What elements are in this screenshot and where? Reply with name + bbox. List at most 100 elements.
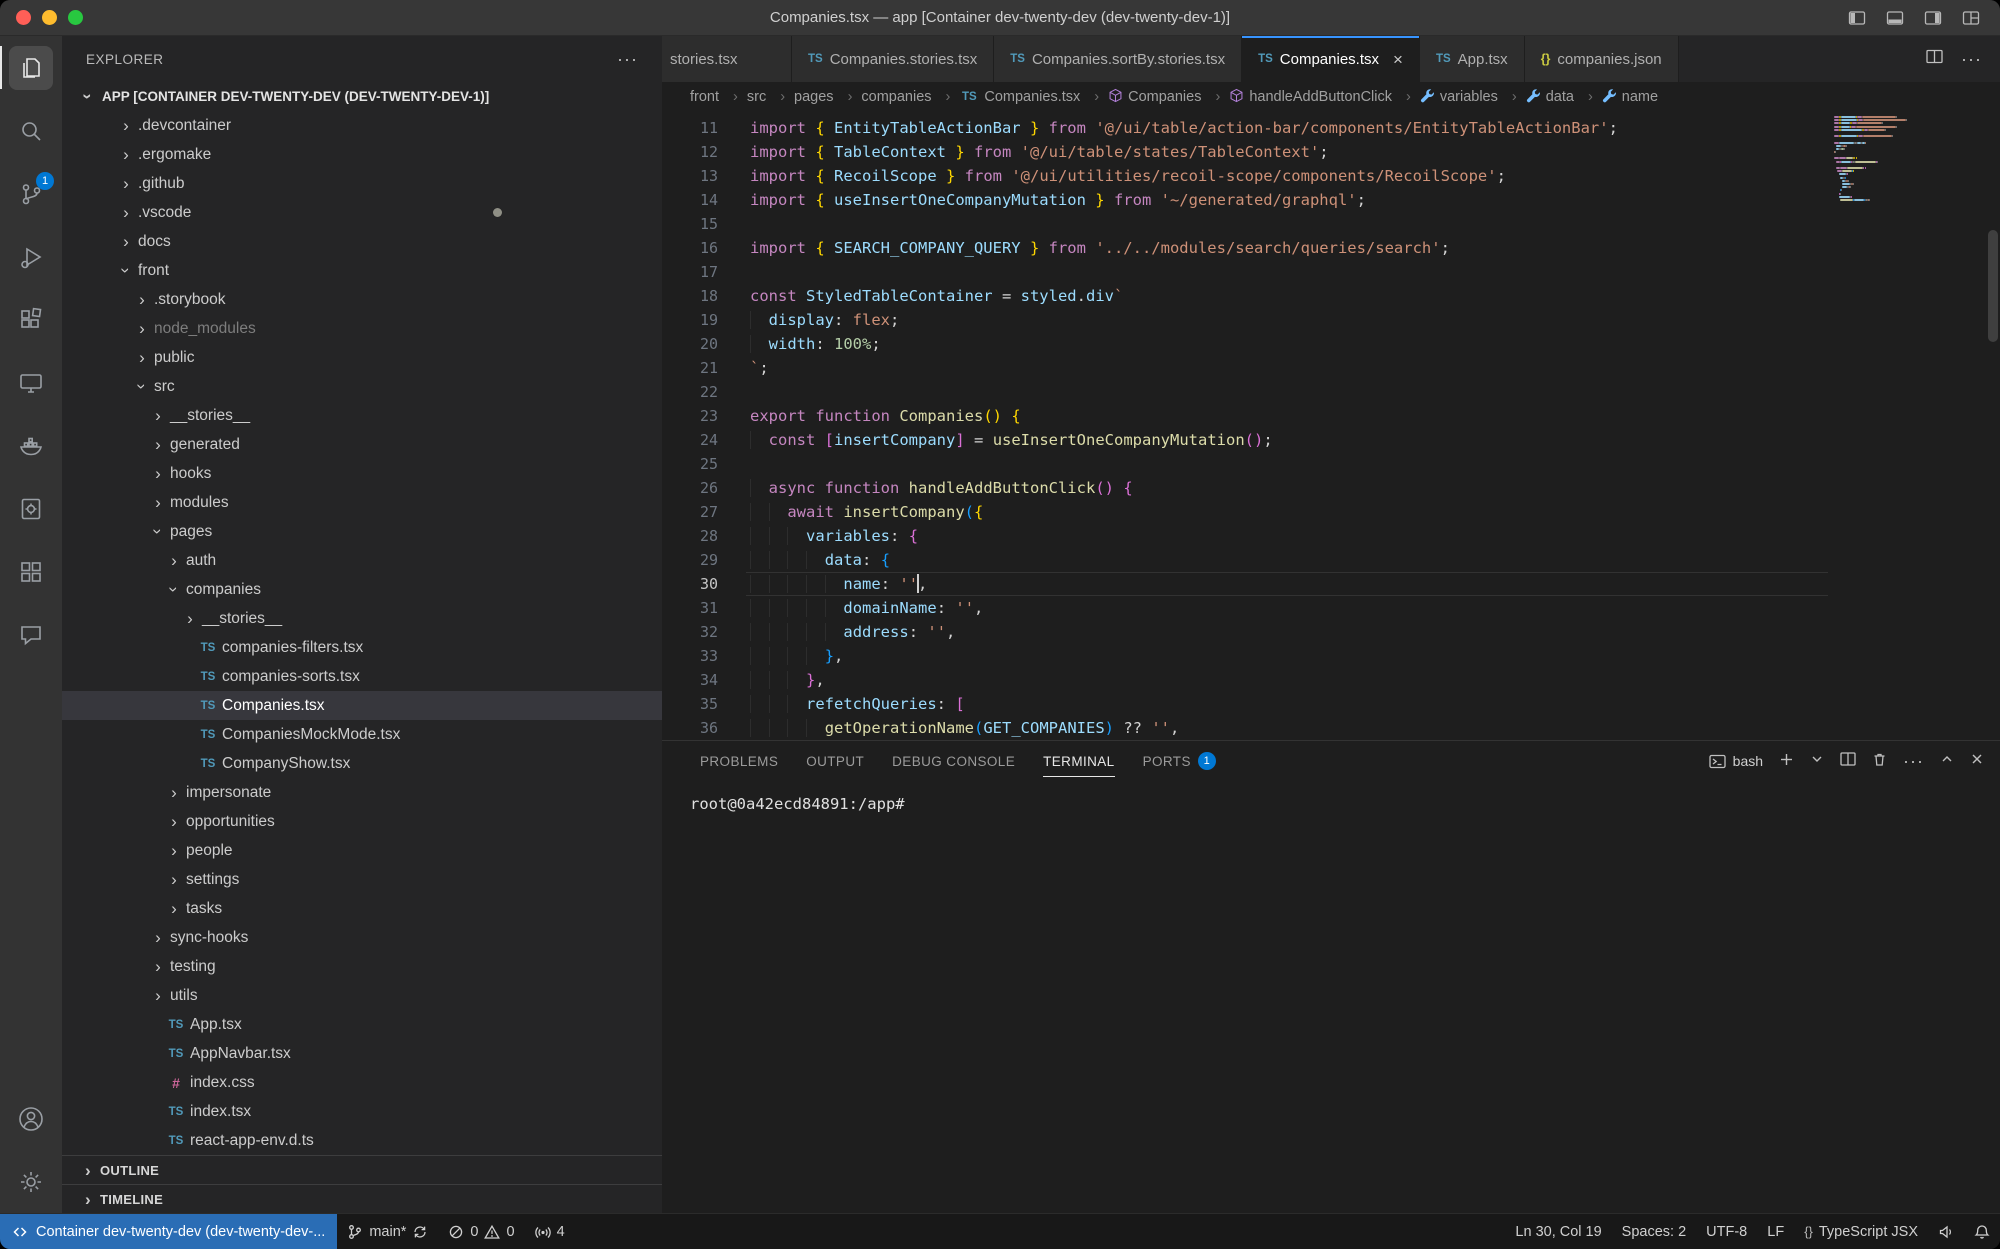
tree-folder-.devcontainer[interactable]: .devcontainer xyxy=(62,111,662,140)
tree-file-CompaniesMockMode.tsx[interactable]: TSCompaniesMockMode.tsx xyxy=(62,720,662,749)
close-tab-icon[interactable]: × xyxy=(1393,51,1403,68)
minimize-window-button[interactable] xyxy=(42,10,57,25)
workspace-section-header[interactable]: APP [CONTAINER DEV-TWENTY-DEV (DEV-TWENT… xyxy=(62,82,662,111)
code-line-13[interactable]: 13import { RecoilScope } from '@/ui/util… xyxy=(662,164,2000,188)
code-line-22[interactable]: 22 xyxy=(662,380,2000,404)
activity-docker[interactable] xyxy=(0,414,62,477)
code-line-23[interactable]: 23export function Companies() { xyxy=(662,404,2000,428)
tree-folder-__stories__[interactable]: __stories__ xyxy=(62,604,662,633)
code-editor-viewport[interactable]: 10import { WithTopBarContainer } from '@… xyxy=(662,112,2000,740)
code-line-25[interactable]: 25 xyxy=(662,452,2000,476)
tree-folder-docs[interactable]: docs xyxy=(62,227,662,256)
panel-tab-problems[interactable]: PROBLEMS xyxy=(690,741,788,781)
code-line-21[interactable]: 21`; xyxy=(662,356,2000,380)
panel-tab-terminal[interactable]: TERMINAL xyxy=(1033,741,1124,781)
editor-tab-App.tsx[interactable]: TSApp.tsx xyxy=(1420,36,1525,82)
editor-tab-Companies.tsx[interactable]: TSCompanies.tsx× xyxy=(1242,36,1420,82)
editor-tab-Companies.stories.tsx[interactable]: TSCompanies.stories.tsx xyxy=(792,36,994,82)
tree-folder-__stories__[interactable]: __stories__ xyxy=(62,401,662,430)
line-col-item[interactable]: Ln 30, Col 19 xyxy=(1505,1214,1611,1249)
breadcrumb-Companies[interactable]: Companies xyxy=(1108,88,1229,107)
code-line-16[interactable]: 16import { SEARCH_COMPANY_QUERY } from '… xyxy=(662,236,2000,260)
encoding-item[interactable]: UTF-8 xyxy=(1696,1214,1757,1249)
code-line-26[interactable]: 26 async function handleAddButtonClick()… xyxy=(662,476,2000,500)
code-line-27[interactable]: 27 await insertCompany({ xyxy=(662,500,2000,524)
panel-more-actions-icon[interactable]: ··· xyxy=(1903,752,1924,770)
panel-tab-debug-console[interactable]: DEBUG CONSOLE xyxy=(882,741,1025,781)
activity-grid[interactable] xyxy=(0,540,62,603)
tree-folder-settings[interactable]: settings xyxy=(62,865,662,894)
explorer-more-actions-icon[interactable]: ··· xyxy=(617,49,638,70)
customize-layout-icon[interactable] xyxy=(1962,10,1980,26)
tree-folder-node_modules[interactable]: node_modules xyxy=(62,314,662,343)
tree-folder-people[interactable]: people xyxy=(62,836,662,865)
tree-folder-hooks[interactable]: hooks xyxy=(62,459,662,488)
new-terminal-icon[interactable] xyxy=(1779,752,1794,771)
code-line-30[interactable]: 30 name: '', xyxy=(662,572,2000,596)
announcement-item[interactable] xyxy=(1928,1214,1964,1249)
code-line-36[interactable]: 36 getOperationName(GET_COMPANIES) ?? ''… xyxy=(662,716,2000,740)
section-header-timeline[interactable]: TIMELINE xyxy=(62,1184,662,1213)
activity-comments[interactable] xyxy=(0,603,62,666)
code-line-31[interactable]: 31 domainName: '', xyxy=(662,596,2000,620)
terminal-dropdown-icon[interactable] xyxy=(1810,752,1824,770)
tree-folder-.ergomake[interactable]: .ergomake xyxy=(62,140,662,169)
activity-remote-explorer[interactable] xyxy=(0,351,62,414)
tree-folder-testing[interactable]: testing xyxy=(62,952,662,981)
ports-item[interactable]: 4 xyxy=(525,1214,575,1249)
code-line-29[interactable]: 29 data: { xyxy=(662,548,2000,572)
tree-file-Companies.tsx[interactable]: TSCompanies.tsx xyxy=(62,691,662,720)
tree-folder-pages[interactable]: pages xyxy=(62,517,662,546)
code-line-19[interactable]: 19 display: flex; xyxy=(662,308,2000,332)
code-line-28[interactable]: 28 variables: { xyxy=(662,524,2000,548)
git-branch-item[interactable]: main* xyxy=(337,1214,438,1249)
toggle-sidebar-left-icon[interactable] xyxy=(1848,10,1866,26)
tree-folder-auth[interactable]: auth xyxy=(62,546,662,575)
activity-extensions[interactable] xyxy=(0,288,62,351)
tree-file-AppNavbar.tsx[interactable]: TSAppNavbar.tsx xyxy=(62,1039,662,1068)
editor-tab-companies.json[interactable]: {}companies.json xyxy=(1525,36,1679,82)
tree-file-companies-filters.tsx[interactable]: TScompanies-filters.tsx xyxy=(62,633,662,662)
activity-explorer[interactable] xyxy=(0,36,62,99)
tree-folder-.github[interactable]: .github xyxy=(62,169,662,198)
split-editor-icon[interactable] xyxy=(1926,49,1943,69)
breadcrumb-Companies.tsx[interactable]: TSCompanies.tsx xyxy=(959,89,1108,105)
maximize-panel-icon[interactable] xyxy=(1940,752,1954,770)
activity-settings[interactable] xyxy=(0,1150,62,1213)
tree-file-index.tsx[interactable]: TSindex.tsx xyxy=(62,1097,662,1126)
code-line-11[interactable]: 11import { EntityTableActionBar } from '… xyxy=(662,116,2000,140)
toggle-panel-icon[interactable] xyxy=(1886,10,1904,26)
notifications-item[interactable] xyxy=(1964,1214,2000,1249)
tree-file-index.css[interactable]: #index.css xyxy=(62,1068,662,1097)
panel-tab-ports[interactable]: PORTS1 xyxy=(1133,741,1226,781)
activity-run-debug[interactable] xyxy=(0,225,62,288)
tree-folder-tasks[interactable]: tasks xyxy=(62,894,662,923)
activity-search[interactable] xyxy=(0,99,62,162)
language-item[interactable]: {} TypeScript JSX xyxy=(1794,1214,1928,1249)
terminal[interactable]: root@0a42ecd84891:/app# xyxy=(662,781,2000,1213)
editor-tab-stories.tsx[interactable]: stories.tsx xyxy=(662,36,792,82)
tree-folder-impersonate[interactable]: impersonate xyxy=(62,778,662,807)
indentation-item[interactable]: Spaces: 2 xyxy=(1612,1214,1697,1249)
breadcrumb-variables[interactable]: variables xyxy=(1420,88,1526,107)
tree-file-react-app-env.d.ts[interactable]: TSreact-app-env.d.ts xyxy=(62,1126,662,1155)
code-line-24[interactable]: 24 const [insertCompany] = useInsertOneC… xyxy=(662,428,2000,452)
tree-folder-utils[interactable]: utils xyxy=(62,981,662,1010)
maximize-window-button[interactable] xyxy=(68,10,83,25)
code-line-20[interactable]: 20 width: 100%; xyxy=(662,332,2000,356)
tree-folder-.vscode[interactable]: .vscode xyxy=(62,198,662,227)
tree-file-companies-sorts.tsx[interactable]: TScompanies-sorts.tsx xyxy=(62,662,662,691)
tree-folder-sync-hooks[interactable]: sync-hooks xyxy=(62,923,662,952)
panel-tab-output[interactable]: OUTPUT xyxy=(796,741,874,781)
breadcrumb-companies[interactable]: companies xyxy=(861,89,959,105)
breadcrumb-pages[interactable]: pages xyxy=(794,89,861,105)
breadcrumb-front[interactable]: front xyxy=(690,89,747,105)
tree-folder-opportunities[interactable]: opportunities xyxy=(62,807,662,836)
breadcrumb-src[interactable]: src xyxy=(747,89,794,105)
breadcrumb-name[interactable]: name xyxy=(1602,88,1658,107)
activity-accounts[interactable] xyxy=(0,1087,62,1150)
close-window-button[interactable] xyxy=(16,10,31,25)
code-line-34[interactable]: 34 }, xyxy=(662,668,2000,692)
problems-item[interactable]: 0 0 xyxy=(438,1214,524,1249)
kill-terminal-icon[interactable] xyxy=(1872,752,1887,771)
